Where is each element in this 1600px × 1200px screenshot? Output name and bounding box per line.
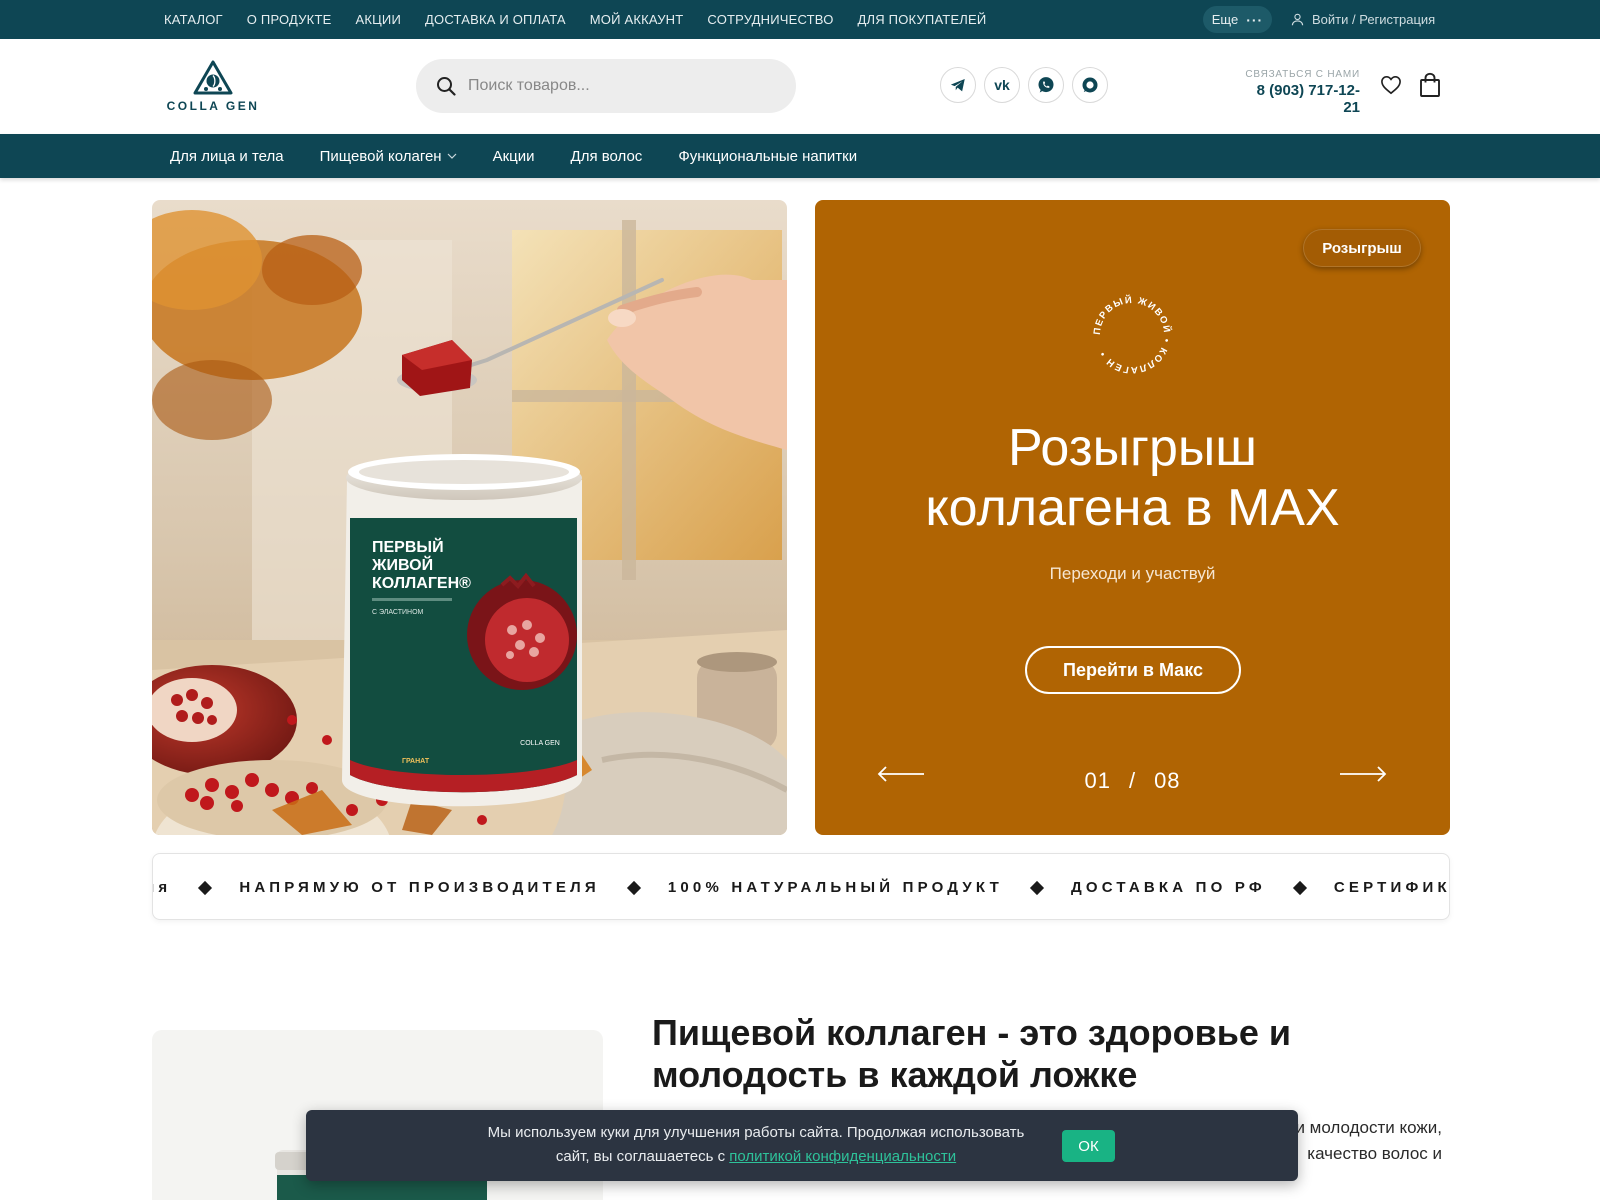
max-messenger-icon (1082, 77, 1098, 93)
shopping-bag-icon (1420, 72, 1440, 97)
social-links: vk (940, 67, 1108, 103)
telegram-icon (950, 79, 965, 92)
category-label: Для волос (570, 147, 643, 165)
about-title: Пищевой коллаген - это здоровье и молодо… (652, 1012, 1292, 1095)
search-box[interactable] (416, 59, 796, 113)
top-nav-my-account[interactable]: МОЙ АККАУНТ (590, 12, 684, 27)
top-nav-delivery-payment[interactable]: ДОСТАВКА И ОПЛАТА (425, 12, 566, 27)
top-nav-for-buyers[interactable]: ДЛЯ ПОКУПАТЕЛЕЙ (858, 12, 987, 27)
top-bar: КАТАЛОГ О ПРОДУКТЕ АКЦИИ ДОСТАВКА И ОПЛА… (0, 0, 1600, 39)
phone-link[interactable]: 8 (903) 717-12-21 (1240, 82, 1360, 116)
slide-total: 08 (1154, 768, 1181, 793)
jar-flavor: ГРАНАТ (402, 758, 430, 765)
category-label: Функциональные напитки (678, 147, 858, 165)
promo-title-line1: Розыгрыш (1008, 419, 1257, 477)
giveaway-badge: Розыгрыш (1303, 229, 1421, 267)
jar-label-line3: КОЛЛАГЕН® (372, 575, 471, 592)
site-logo[interactable]: COLLA GEN (157, 59, 269, 114)
category-promotions[interactable]: Акции (493, 148, 535, 165)
vk-icon: vk (994, 77, 1010, 93)
heart-icon (1381, 75, 1401, 95)
benefits-ticker: ия НАПРЯМУЮ ОТ ПРОИЗВОДИТЕЛЯ 100% НАТУРА… (152, 853, 1450, 920)
cart-button[interactable] (1419, 72, 1441, 103)
promo-subtitle: Переходи и участвуй (1049, 564, 1216, 583)
jar-label-line4: С ЭЛАСТИНОМ (372, 609, 424, 616)
max-messenger-link[interactable] (1072, 67, 1108, 103)
diamond-icon (1292, 880, 1307, 895)
contact-label: Связаться с нами (1245, 69, 1360, 80)
arrow-right-icon (1340, 766, 1387, 782)
cookie-message: Мы используем куки для улучшения работы … (476, 1121, 1036, 1169)
logo-text: COLLA GEN (166, 99, 260, 113)
category-hair[interactable]: Для волос (571, 148, 643, 165)
jar-brand: COLLA GEN (520, 740, 560, 747)
favorites-button[interactable] (1380, 75, 1402, 100)
hero-photo-illustration: ПЕРВЫЙ ЖИВОЙ КОЛЛАГЕН® С ЭЛАСТИНОМ COLLA… (152, 200, 787, 835)
more-dots-icon: ··· (1246, 11, 1264, 28)
top-nav-cooperation[interactable]: СОТРУДНИЧЕСТВО (707, 12, 833, 27)
promo-title: Розыгрыш коллагена в MAX (815, 418, 1450, 538)
ticker-item: НАПРЯМУЮ ОТ ПРОИЗВОДИТЕЛЯ (239, 879, 600, 896)
slide-counter: 01 / 08 (1055, 768, 1210, 794)
login-label: Войти / Регистрация (1312, 12, 1436, 27)
diamond-icon (626, 880, 641, 895)
top-nav-promotions[interactable]: АКЦИИ (355, 12, 401, 27)
ticker-item: 100% НАТУРАЛЬНЫЙ ПРОДУКТ (667, 879, 1003, 896)
diamond-icon (198, 880, 213, 895)
slider-prev-button[interactable] (877, 766, 925, 787)
go-to-max-button[interactable]: Перейти в Макс (1025, 646, 1241, 694)
category-face-body[interactable]: Для лица и тела (170, 148, 284, 165)
cookie-accept-button[interactable]: ОК (1062, 1130, 1115, 1162)
slider-next-button[interactable] (1339, 766, 1387, 787)
telegram-link[interactable] (940, 67, 976, 103)
login-link[interactable]: Войти / Регистрация (1291, 0, 1435, 39)
top-nav: КАТАЛОГ О ПРОДУКТЕ АКЦИИ ДОСТАВКА И ОПЛА… (164, 0, 986, 39)
category-food-collagen[interactable]: Пищевой колаген (320, 148, 457, 165)
cookie-banner: Мы используем куки для улучшения работы … (306, 1110, 1298, 1181)
category-label: Для лица и тела (170, 147, 284, 165)
search-icon[interactable] (436, 76, 456, 96)
seal-icon: ПЕРВЫЙ ЖИВОЙ • КОЛЛАГЕН • (1092, 294, 1173, 375)
privacy-policy-link[interactable]: политикой конфиденциальности (729, 1148, 956, 1165)
ticker-item: ия (153, 879, 172, 896)
search-input[interactable] (468, 77, 768, 95)
diamond-icon (1029, 880, 1045, 895)
category-nav: Для лица и тела Пищевой колаген Акции Дл… (0, 134, 1600, 178)
category-functional-drinks[interactable]: Функциональные напитки (678, 148, 857, 165)
more-menu-button[interactable]: Еще ··· (1203, 6, 1272, 33)
promo-slide: Розыгрыш ПЕРВЫЙ ЖИВОЙ • КОЛЛАГЕН • Розыг… (815, 200, 1450, 835)
top-nav-about-product[interactable]: О ПРОДУКТЕ (247, 12, 332, 27)
seal-text: ПЕРВЫЙ ЖИВОЙ • КОЛЛАГЕН • (1092, 294, 1172, 375)
arrow-left-icon (877, 766, 924, 782)
ticker-item: ДОСТАВКА ПО РФ (1070, 879, 1266, 896)
hero-product-photo[interactable]: ПЕРВЫЙ ЖИВОЙ КОЛЛАГЕН® С ЭЛАСТИНОМ COLLA… (152, 200, 787, 835)
whatsapp-icon (1038, 77, 1054, 93)
more-menu-label: Еще (1211, 12, 1239, 27)
ticker-item: СЕРТИФИКАТЫ (1333, 879, 1450, 896)
slide-separator: / (1128, 768, 1137, 793)
top-nav-catalog[interactable]: КАТАЛОГ (164, 12, 223, 27)
category-label: Акции (492, 147, 535, 165)
vk-link[interactable]: vk (984, 67, 1020, 103)
category-label: Пищевой колаген (319, 147, 442, 165)
svg-text:ПЕРВЫЙ ЖИВОЙ • КОЛЛАГЕН •: ПЕРВЫЙ ЖИВОЙ • КОЛЛАГЕН • (1092, 294, 1173, 375)
logo-mark-icon (193, 60, 233, 95)
whatsapp-link[interactable] (1028, 67, 1064, 103)
header: COLLA GEN vk Связаться с нами 8 (903) 71… (0, 39, 1600, 134)
chevron-down-icon (447, 153, 457, 159)
jar-label-line1: ПЕРВЫЙ (372, 537, 444, 556)
slide-current: 01 (1084, 768, 1111, 793)
promo-title-line2: коллагена в MAX (925, 479, 1340, 537)
user-icon (1291, 13, 1304, 26)
contact-block: Связаться с нами 8 (903) 717-12-21 (1240, 69, 1360, 116)
jar-label-line2: ЖИВОЙ (371, 555, 433, 574)
